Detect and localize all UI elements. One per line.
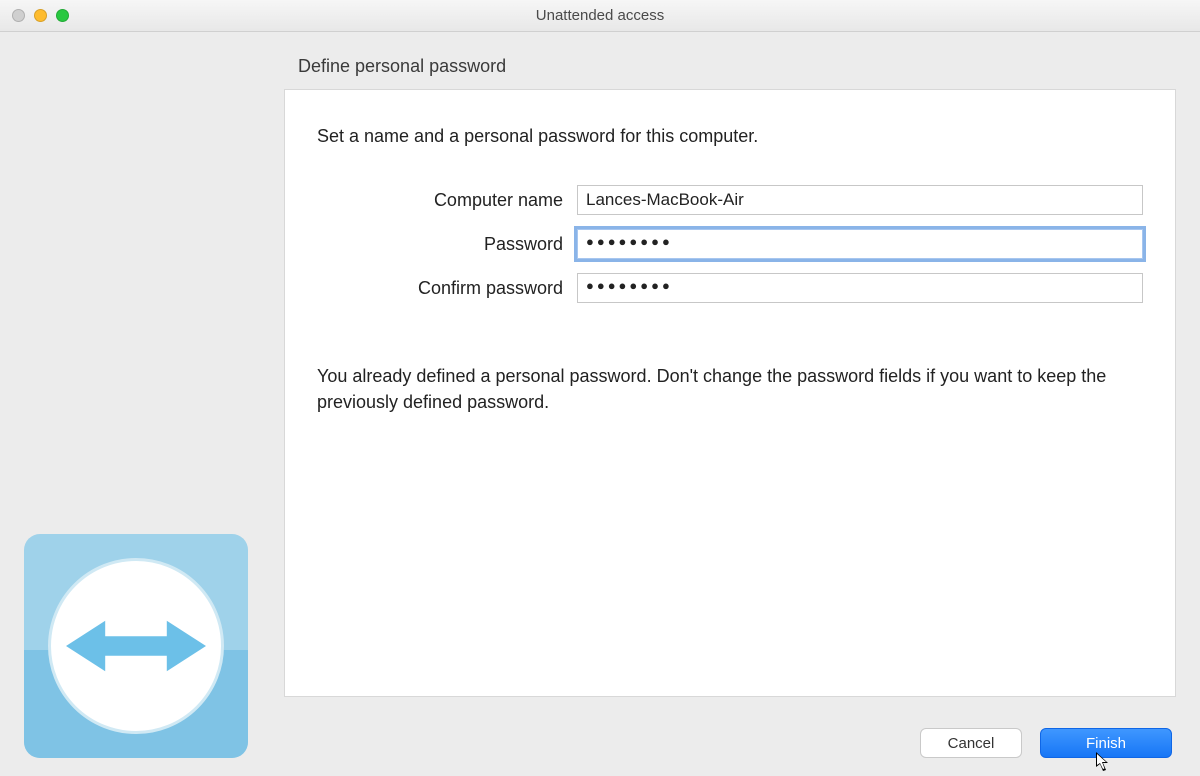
button-row: Cancel Finish (920, 728, 1172, 758)
password-input[interactable]: ●●●●●●●● (577, 229, 1143, 259)
window-title: Unattended access (0, 7, 1200, 24)
label-computer-name: Computer name (317, 190, 577, 211)
computer-name-input[interactable] (577, 185, 1143, 215)
cancel-button[interactable]: Cancel (920, 728, 1022, 758)
zoom-window-button[interactable] (56, 9, 69, 22)
finish-button[interactable]: Finish (1040, 728, 1172, 758)
close-window-button[interactable] (12, 9, 25, 22)
password-note: You already defined a personal password.… (317, 363, 1143, 415)
titlebar: Unattended access (0, 0, 1200, 32)
label-password: Password (317, 234, 577, 255)
app-icon (24, 534, 248, 758)
minimize-window-button[interactable] (34, 9, 47, 22)
section-heading: Define personal password (0, 32, 1200, 89)
row-password: Password ●●●●●●●● (317, 229, 1143, 259)
confirm-password-input[interactable]: ●●●●●●●● (577, 273, 1143, 303)
label-confirm-password: Confirm password (317, 278, 577, 299)
row-confirm-password: Confirm password ●●●●●●●● (317, 273, 1143, 303)
row-computer-name: Computer name (317, 185, 1143, 215)
intro-text: Set a name and a personal password for t… (317, 126, 1143, 147)
traffic-lights (12, 9, 69, 22)
main-panel: Set a name and a personal password for t… (284, 89, 1176, 697)
double-arrow-icon (66, 616, 206, 676)
